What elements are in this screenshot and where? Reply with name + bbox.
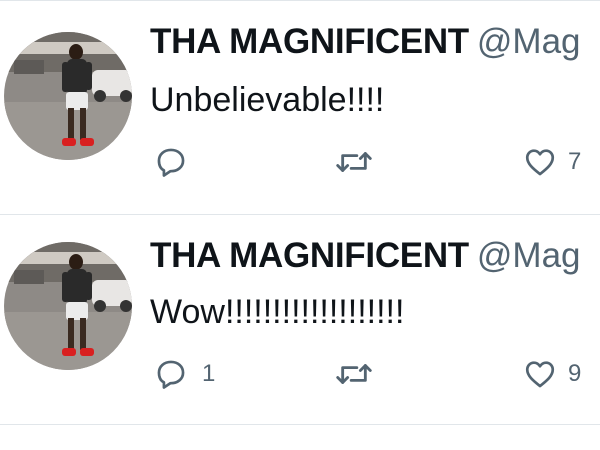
reply-icon (157, 148, 185, 177)
avatar-photo (4, 242, 132, 370)
like-button[interactable]: 9 (522, 354, 581, 394)
reply-button[interactable] (154, 142, 202, 182)
retweet-icon (336, 364, 372, 384)
tweet-header: THA MAGNIFICENT @Mag (150, 22, 581, 62)
reply-count: 1 (202, 360, 216, 387)
tweet[interactable]: THA MAGNIFICENT @Mag Unbelievable!!!! 7 (0, 22, 600, 227)
reply-icon (157, 360, 185, 389)
tweet-text: Unbelievable!!!! (150, 81, 385, 119)
retweet-button[interactable] (334, 354, 388, 394)
like-button[interactable]: 7 (522, 142, 581, 182)
like-icon (525, 149, 555, 176)
tweet-divider (0, 214, 600, 215)
user-handle[interactable]: @Mag (477, 236, 581, 275)
tweet-divider (0, 424, 600, 425)
avatar[interactable] (4, 32, 132, 160)
retweet-button[interactable] (334, 142, 388, 182)
tweet-divider (0, 0, 600, 1)
tweet-header: THA MAGNIFICENT @Mag (150, 236, 581, 276)
retweet-icon (336, 152, 372, 172)
display-name[interactable]: THA MAGNIFICENT (150, 236, 469, 275)
like-count: 7 (568, 148, 582, 175)
tweet-text: Wow!!!!!!!!!!!!!!!!!!! (150, 293, 405, 331)
tweet[interactable]: THA MAGNIFICENT @Mag Wow!!!!!!!!!!!!!!!!!… (0, 236, 600, 441)
like-icon (525, 361, 555, 388)
tweet-feed: THA MAGNIFICENT@Mag Unbelievable!!!! 7 (0, 0, 600, 450)
user-handle[interactable]: @Mag (477, 22, 581, 61)
avatar[interactable] (4, 242, 132, 370)
like-count: 9 (568, 360, 582, 387)
reply-button[interactable]: 1 (154, 354, 215, 394)
avatar-photo (4, 32, 132, 160)
display-name[interactable]: THA MAGNIFICENT (150, 22, 469, 61)
